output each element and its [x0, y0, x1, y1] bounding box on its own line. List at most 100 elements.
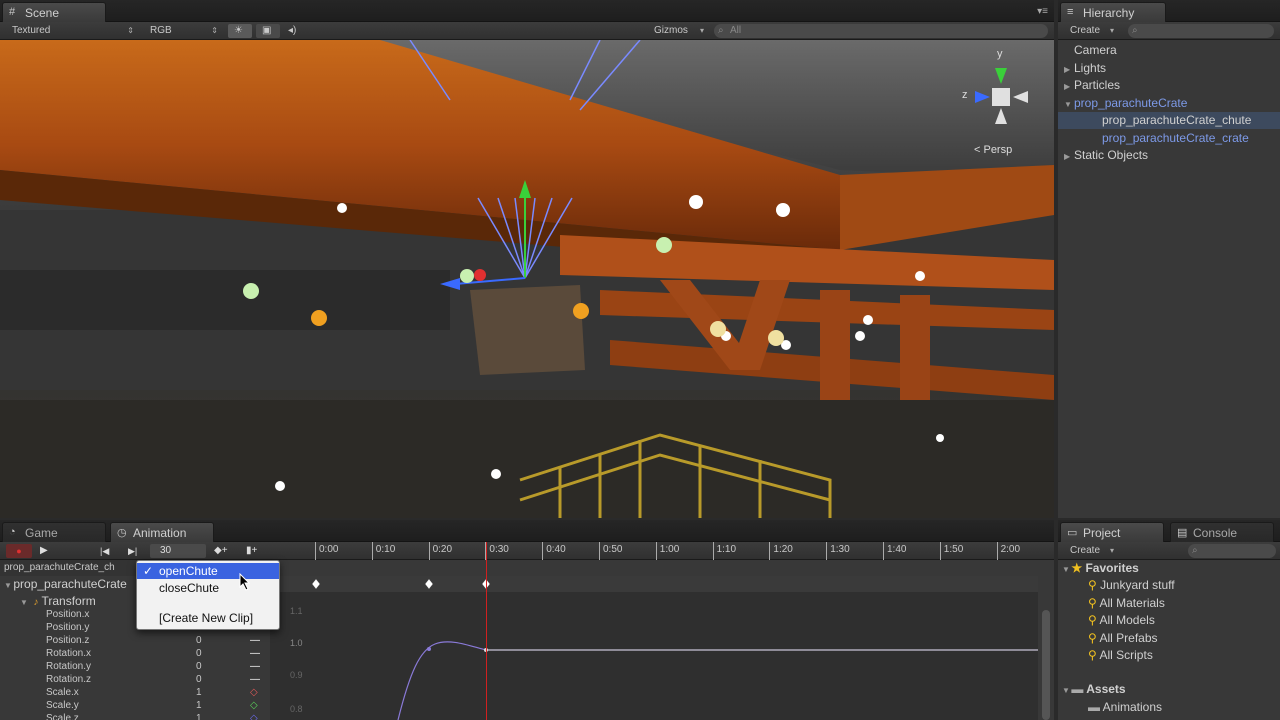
property-name: Position.z — [46, 635, 90, 646]
flat-key-icon[interactable]: — — [250, 647, 260, 660]
audio-toggle[interactable]: ◂) — [284, 24, 306, 38]
curve-graph: 1.1 1.0 0.9 0.8 — [290, 606, 1038, 720]
hierarchy-item[interactable]: Camera — [1058, 42, 1280, 59]
property-value[interactable]: 0 — [196, 673, 202, 686]
hierarchy-item[interactable]: ▼ prop_parachuteCrate — [1058, 95, 1280, 112]
keyframe-row[interactable] — [270, 576, 1038, 592]
favorite-label: All Prefabs — [1099, 630, 1158, 645]
tab-console[interactable]: ▤ Console — [1170, 522, 1274, 542]
play-button[interactable]: ▶ — [40, 544, 56, 558]
hierarchy-item-label: prop_parachuteCrate_crate — [1102, 130, 1249, 145]
curve-label-1-0: 1.0 — [290, 638, 303, 648]
assets-header[interactable]: ▼ ▬ Assets — [1058, 681, 1280, 698]
tab-scene[interactable]: # Scene — [2, 2, 106, 22]
color-mode-label: RGB — [150, 25, 172, 36]
tab-animation[interactable]: ◷ Animation — [110, 522, 214, 542]
expand-triangle-icon: ▼ — [4, 581, 12, 590]
clip-menu-item-closechute[interactable]: closeChute — [137, 580, 279, 596]
diamond-key-icon[interactable]: ◇ — [250, 699, 258, 712]
property-value[interactable]: 0 — [196, 660, 202, 673]
play-icon: ▶ — [40, 545, 48, 556]
speaker-icon: ◂) — [288, 25, 297, 36]
hierarchy-create-dropdown[interactable]: Create ▾ — [1060, 24, 1116, 38]
search-icon: ⌕ — [718, 25, 724, 36]
scene-tab-label: Scene — [25, 6, 60, 20]
favorite-item[interactable]: ⚲ All Models — [1058, 612, 1280, 629]
prev-keyframe-button[interactable]: |◀ — [100, 544, 114, 558]
sun-icon: ☀ — [234, 25, 243, 36]
playhead[interactable] — [486, 542, 487, 720]
hierarchy-item[interactable]: ▶ Lights — [1058, 60, 1280, 77]
panel-menu-icon[interactable]: ▾≡ — [1037, 6, 1048, 17]
property-row[interactable]: Scale.z 1 ◇ — [0, 712, 270, 720]
property-row[interactable]: Scale.y 1 ◇ — [0, 699, 270, 712]
curve-scrollbar[interactable] — [1042, 610, 1050, 720]
hierarchy-item[interactable]: ▶ Particles — [1058, 77, 1280, 94]
search-icon: ⚲ — [1088, 613, 1100, 627]
flat-key-icon[interactable]: — — [250, 634, 260, 647]
expand-triangle-icon[interactable]: ▶ — [1064, 61, 1074, 78]
property-value[interactable]: 1 — [196, 712, 202, 720]
favorite-item[interactable]: ⚲ Junkyard stuff — [1058, 577, 1280, 594]
render-mode-label: Textured — [12, 25, 51, 36]
clip-menu-item-create-new[interactable]: [Create New Clip] — [137, 610, 279, 626]
property-value[interactable]: 1 — [196, 686, 202, 699]
favorite-item[interactable]: ⚲ All Materials — [1058, 595, 1280, 612]
scene-lighting-toggle[interactable]: ☀ — [228, 24, 252, 38]
search-icon: ⌕ — [1192, 545, 1198, 556]
add-keyframe-button[interactable]: ◆+ — [214, 544, 232, 558]
property-name: Position.y — [46, 622, 90, 633]
timeline-ruler[interactable]: 0:00 0:10 0:20 0:30 0:40 0:50 1:00 1:10 1:20 1:30… — [270, 542, 1038, 560]
frame-field[interactable]: 30 — [150, 544, 206, 558]
expand-triangle-icon[interactable]: ▶ — [1064, 78, 1074, 95]
clip-label: closeChute — [159, 581, 220, 595]
curve-editor[interactable]: 1.1 1.0 0.9 0.8 — [270, 592, 1038, 720]
property-value[interactable]: 1 — [196, 699, 202, 712]
scene-image-toggle[interactable]: ▣ — [256, 24, 280, 38]
timeline-tick: 2:00 — [996, 542, 1020, 560]
add-event-button[interactable]: ▮+ — [246, 544, 262, 558]
scene-viewport[interactable]: y z < Persp — [0, 40, 1054, 518]
color-mode-dropdown[interactable]: RGB ⇕ — [140, 24, 220, 38]
project-create-dropdown[interactable]: Create ▾ — [1060, 544, 1116, 558]
property-row[interactable]: Rotation.y 0 — — [0, 660, 270, 673]
scene-search-input[interactable]: ⌕ All — [714, 24, 1048, 38]
flat-key-icon[interactable]: — — [250, 660, 260, 673]
property-row[interactable]: Position.z 0 — — [0, 634, 270, 647]
pacman-icon: ◔ — [9, 526, 16, 538]
next-keyframe-button[interactable]: ▶| — [128, 544, 142, 558]
expand-triangle-icon[interactable]: ▼ — [1064, 96, 1074, 113]
tab-hierarchy[interactable]: ≡ Hierarchy — [1060, 2, 1166, 22]
clip-label: [Create New Clip] — [159, 611, 254, 625]
scene-panel: # Scene ▾≡ Textured ⇕ RGB ⇕ ☀ ▣ ◂) Gizmo… — [0, 0, 1054, 518]
property-row[interactable]: Scale.x 1 ◇ — [0, 686, 270, 699]
dropdown-arrows-icon: ⇕ — [127, 26, 134, 35]
hierarchy-search-input[interactable]: ⌕ — [1128, 24, 1274, 38]
wall-vent-band — [0, 270, 450, 330]
persp-label[interactable]: < Persp — [974, 144, 1012, 156]
hierarchy-panel: ≡ Hierarchy Create ▾ ⌕ Camera ▶ Lights ▶ Par… — [1058, 0, 1280, 518]
property-row[interactable]: Rotation.z 0 — — [0, 673, 270, 686]
hierarchy-item[interactable]: ▶ Static Objects — [1058, 147, 1280, 164]
favorites-header[interactable]: ▼ ★ Favorites — [1058, 560, 1280, 577]
tab-game[interactable]: ◔ Game — [2, 522, 106, 542]
diamond-key-icon[interactable]: ◇ — [250, 712, 258, 720]
property-value[interactable]: 0 — [196, 634, 202, 647]
flat-key-icon[interactable]: — — [250, 673, 260, 686]
favorite-item[interactable]: ⚲ All Scripts — [1058, 647, 1280, 664]
tab-project[interactable]: ▭ Project — [1060, 522, 1164, 542]
record-button[interactable]: ● — [6, 544, 32, 558]
project-search-input[interactable]: ⌕ — [1188, 544, 1276, 558]
diamond-key-icon[interactable]: ◇ — [250, 686, 258, 699]
property-value[interactable]: 0 — [196, 647, 202, 660]
hierarchy-item[interactable]: prop_parachuteCrate_chute — [1058, 112, 1280, 129]
render-mode-dropdown[interactable]: Textured ⇕ — [2, 24, 136, 38]
gizmos-dropdown[interactable]: Gizmos ▾ — [644, 24, 706, 38]
hierarchy-item[interactable]: prop_parachuteCrate_crate — [1058, 130, 1280, 147]
property-row[interactable]: Rotation.x 0 — — [0, 647, 270, 660]
expand-triangle-icon[interactable]: ▶ — [1064, 148, 1074, 165]
clip-menu-item-openchute[interactable]: ✓ openChute — [137, 563, 279, 579]
asset-folder-item[interactable]: ▬ Animations — [1058, 699, 1280, 716]
favorite-item[interactable]: ⚲ All Prefabs — [1058, 630, 1280, 647]
search-icon: ⌕ — [1132, 25, 1138, 36]
